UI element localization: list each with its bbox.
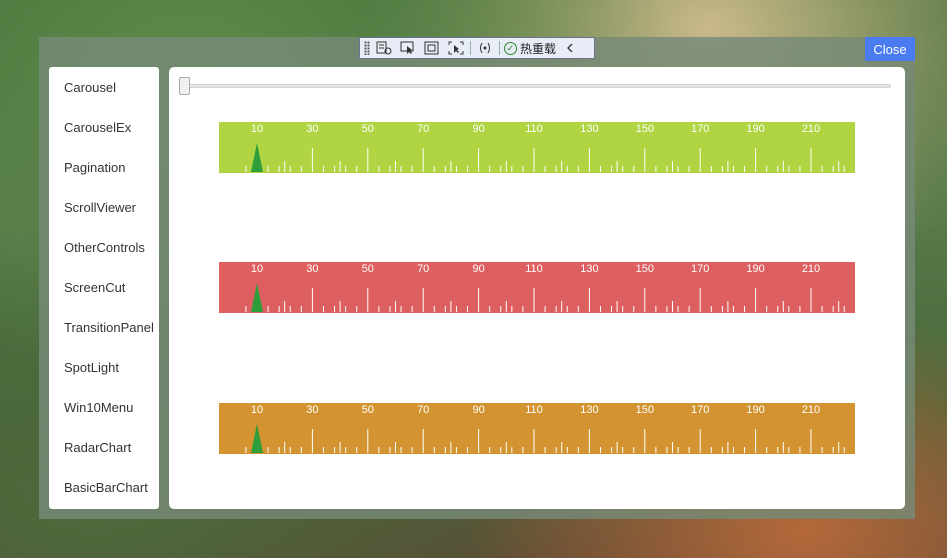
ruler-orange: 10 30 50 70 90 110 130 150 170 190 210: [219, 403, 855, 454]
hot-reload-button[interactable]: ✓ 热重载: [504, 40, 556, 57]
ruler-tick-label: 130: [580, 123, 598, 135]
ruler-tick-label: 10: [251, 404, 263, 416]
ruler-tick-label: 30: [306, 263, 318, 275]
ruler-tick-label: 170: [691, 404, 709, 416]
ruler-tick-label: 10: [251, 263, 263, 275]
ruler-tick-label: 130: [580, 404, 598, 416]
sidebar-item-win10menu[interactable]: Win10Menu: [49, 388, 159, 428]
sidebar-item-othercontrols[interactable]: OtherControls: [49, 228, 159, 268]
sidebar-item-spotlight[interactable]: SpotLight: [49, 348, 159, 388]
ruler-svg: 10 30 50 70 90 110 130 150 170 190 210: [219, 122, 855, 173]
sidebar-item-radarchart[interactable]: RadarChart: [49, 428, 159, 468]
ruler-tick-label: 170: [691, 123, 709, 135]
sidebar-menu: Carousel CarouselEx Pagination ScrollVie…: [49, 67, 159, 509]
ruler-tick-label: 90: [472, 263, 484, 275]
toolbar-separator: [499, 41, 500, 55]
check-circle-icon: ✓: [504, 41, 517, 55]
ruler-tick-label: 70: [417, 123, 429, 135]
sidebar-item-basicbarchart[interactable]: BasicBarChart: [49, 468, 159, 508]
chevron-left-icon[interactable]: [560, 39, 580, 57]
content-panel: 10 30 50 70 90 110 130 150 170 190 210 10 30 50 70 90 1…: [169, 67, 905, 509]
xaml-debug-toolbar: ✓ 热重载: [359, 37, 595, 59]
track-focus-icon[interactable]: [446, 39, 466, 57]
ruler-tick-label: 210: [802, 123, 820, 135]
sidebar-item-scrollviewer[interactable]: ScrollViewer: [49, 188, 159, 228]
sidebar-item-screencut[interactable]: ScreenCut: [49, 268, 159, 308]
binding-failures-icon[interactable]: [475, 39, 495, 57]
ruler-tick-label: 190: [746, 123, 764, 135]
ruler-tick-label: 110: [525, 123, 543, 135]
ruler-svg: 10 30 50 70 90 110 130 150 170 190 210: [219, 403, 855, 454]
ruler-tick-label: 50: [362, 263, 374, 275]
sidebar-item-pagination[interactable]: Pagination: [49, 148, 159, 188]
ruler-tick-label: 110: [525, 404, 543, 416]
live-tree-icon[interactable]: [374, 39, 394, 57]
ruler-tick-label: 70: [417, 263, 429, 275]
ruler-tick-label: 30: [306, 404, 318, 416]
sidebar-item-carouselex[interactable]: CarouselEx: [49, 108, 159, 148]
ruler-tick-label: 90: [472, 123, 484, 135]
display-layout-icon[interactable]: [422, 39, 442, 57]
ruler-tick-label: 30: [306, 123, 318, 135]
ruler-tick-label: 150: [636, 404, 654, 416]
value-slider-thumb[interactable]: [179, 77, 190, 95]
ruler-tick-label: 190: [746, 404, 764, 416]
ruler-tick-label: 170: [691, 263, 709, 275]
ruler-tick-label: 110: [525, 263, 543, 275]
sidebar-item-transitionpanel[interactable]: TransitionPanel: [49, 308, 159, 348]
sidebar-item-carousel[interactable]: Carousel: [49, 68, 159, 108]
toolbar-grip-icon[interactable]: [364, 41, 370, 55]
ruler-svg: 10 30 50 70 90 110 130 150 170 190 210: [219, 262, 855, 313]
ruler-tick-label: 150: [636, 123, 654, 135]
ruler-green: 10 30 50 70 90 110 130 150 170 190 210: [219, 122, 855, 173]
ruler-tick-label: 130: [580, 263, 598, 275]
value-slider-track[interactable]: [183, 84, 891, 88]
ruler-tick-label: 50: [362, 404, 374, 416]
ruler-tick-label: 210: [802, 404, 820, 416]
ruler-tick-label: 70: [417, 404, 429, 416]
ruler-tick-label: 90: [472, 404, 484, 416]
ruler-tick-label: 10: [251, 123, 263, 135]
hot-reload-label: 热重载: [520, 41, 557, 56]
ruler-tick-label: 50: [362, 123, 374, 135]
select-element-icon[interactable]: [398, 39, 418, 57]
ruler-tick-label: 190: [746, 263, 764, 275]
close-button[interactable]: Close: [865, 37, 915, 61]
toolbar-separator: [470, 41, 471, 55]
ruler-tick-label: 150: [636, 263, 654, 275]
ruler-red: 10 30 50 70 90 110 130 150 170 190 210: [219, 262, 855, 313]
ruler-tick-label: 210: [802, 263, 820, 275]
